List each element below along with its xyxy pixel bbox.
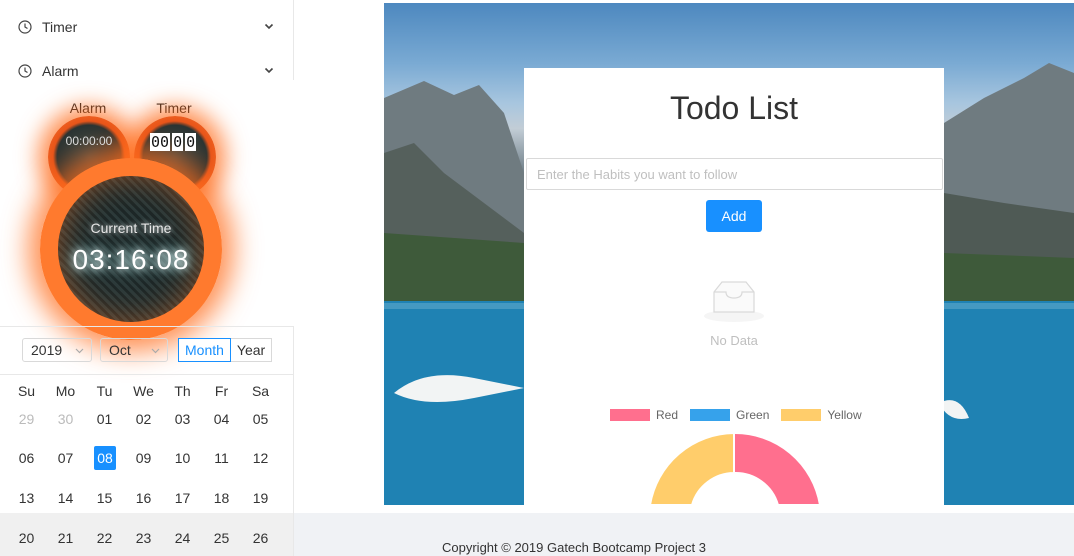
year-mode-button[interactable]: Year [230,338,273,362]
legend-label: Red [656,408,679,422]
legend-swatch [610,409,650,421]
calendar-day[interactable]: 22 [85,526,124,550]
year-select-value: 2019 [31,342,63,358]
calendar-day[interactable]: 30 [46,407,85,431]
chevron-down-icon [263,20,275,32]
calendar-week: 29 30 01 02 03 04 05 [7,407,280,431]
calendar-day[interactable]: 07 [46,446,85,470]
calendar-mode-switch: Month Year [178,338,273,362]
month-select-value: Oct [109,342,131,358]
alarm-value: 00:00:00 [65,134,113,148]
legend-item-red[interactable]: Red [610,408,678,422]
calendar-day[interactable]: 24 [163,526,202,550]
alarm-label: Alarm [69,100,107,116]
month-select[interactable]: Oct [100,338,168,362]
weekday-header: Su Mo Tu We Th Fr Sa [7,383,280,399]
clock-icon [18,64,32,78]
calendar-day[interactable]: 25 [202,526,241,550]
clock-widget: Alarm Timer 00:00:00 00 0 0 Current Time… [0,92,270,340]
chevron-down-icon [263,64,275,76]
legend-label: Green [736,408,770,422]
calendar-day[interactable]: 13 [7,486,46,510]
menu-item-label: Alarm [42,63,79,79]
todo-title: Todo List [669,90,799,126]
legend-swatch [781,409,822,421]
timer-digit[interactable]: 0 [172,133,184,151]
calendar-day[interactable]: 18 [202,486,241,510]
weekday-label: Tu [96,383,113,399]
calendar-day-selected[interactable]: 08 [94,446,116,470]
doughnut-chart [648,431,822,505]
weekday-label: Mo [55,383,76,399]
timer-label: Timer [156,100,192,116]
sidebar-menu: Timer Alarm [0,0,294,80]
calendar-day[interactable]: 04 [202,407,241,431]
calendar-day[interactable]: 15 [85,486,124,510]
todo-panel: Todo List Add No Data Red Green Yellow [524,68,944,505]
chevron-down-icon [151,346,160,355]
footer-text: Copyright © 2019 Gatech Bootcamp Project… [442,540,706,555]
calendar-day[interactable]: 23 [124,526,163,550]
chart-legend: Red Green Yellow [610,408,874,422]
chart-slice-yellow[interactable] [648,431,735,505]
weekday-label: Sa [251,383,270,399]
calendar-header: 2019 Oct Month Year [0,327,293,375]
current-time-label: Current Time [90,220,172,236]
calendar-day[interactable]: 29 [7,407,46,431]
calendar-day[interactable]: 14 [46,486,85,510]
timer-digits[interactable]: 00 0 0 [150,133,197,151]
calendar-day[interactable]: 20 [7,526,46,550]
calendar-day[interactable]: 02 [124,407,163,431]
weekday-label: Th [174,383,191,399]
chart-slice-red[interactable] [733,431,822,505]
legend-label: Yellow [827,408,862,422]
calendar-day[interactable]: 26 [241,526,280,550]
timer-digit[interactable]: 0 [185,133,197,151]
calendar-day[interactable]: 09 [124,446,163,470]
calendar-day[interactable]: 11 [202,446,241,470]
calendar-day[interactable]: 19 [241,486,280,510]
weekday-label: Fr [214,383,229,399]
calendar-day[interactable]: 10 [163,446,202,470]
calendar-day[interactable]: 05 [241,407,280,431]
menu-item-alarm[interactable]: Alarm [0,49,293,93]
calendar-day[interactable]: 03 [163,407,202,431]
calendar-day[interactable]: 16 [124,486,163,510]
menu-item-timer[interactable]: Timer [0,5,293,49]
calendar-day[interactable]: 21 [46,526,85,550]
calendar-week: 13 14 15 16 17 18 19 [7,486,280,510]
legend-item-green[interactable]: Green [690,408,769,422]
legend-item-yellow[interactable]: Yellow [781,408,862,422]
calendar-week: 06 07 08 09 10 11 12 [7,446,280,470]
clock-icon [18,20,32,34]
calendar-day[interactable]: 12 [241,446,280,470]
calendar-week: 20 21 22 23 24 25 26 [7,526,280,550]
month-mode-button[interactable]: Month [178,338,231,362]
weekday-label: Su [17,383,36,399]
calendar-day[interactable]: 01 [85,407,124,431]
timer-digit[interactable]: 00 [150,133,171,151]
current-time-value: 03:16:08 [72,244,190,275]
calendar-day[interactable]: 17 [163,486,202,510]
empty-text: No Data [710,333,758,348]
calendar: 2019 Oct Month Year Su Mo Tu We Th Fr Sa… [0,326,294,556]
footer: Copyright © 2019 Gatech Bootcamp Project… [294,513,1074,556]
add-button[interactable]: Add [706,200,762,232]
year-select[interactable]: 2019 [22,338,92,362]
empty-inbox-icon [702,278,766,327]
habit-input[interactable] [526,158,943,190]
chevron-down-icon [75,346,84,355]
legend-swatch [690,409,731,421]
calendar-day[interactable]: 06 [7,446,46,470]
menu-item-label: Timer [42,19,78,35]
weekday-label: We [133,383,154,399]
